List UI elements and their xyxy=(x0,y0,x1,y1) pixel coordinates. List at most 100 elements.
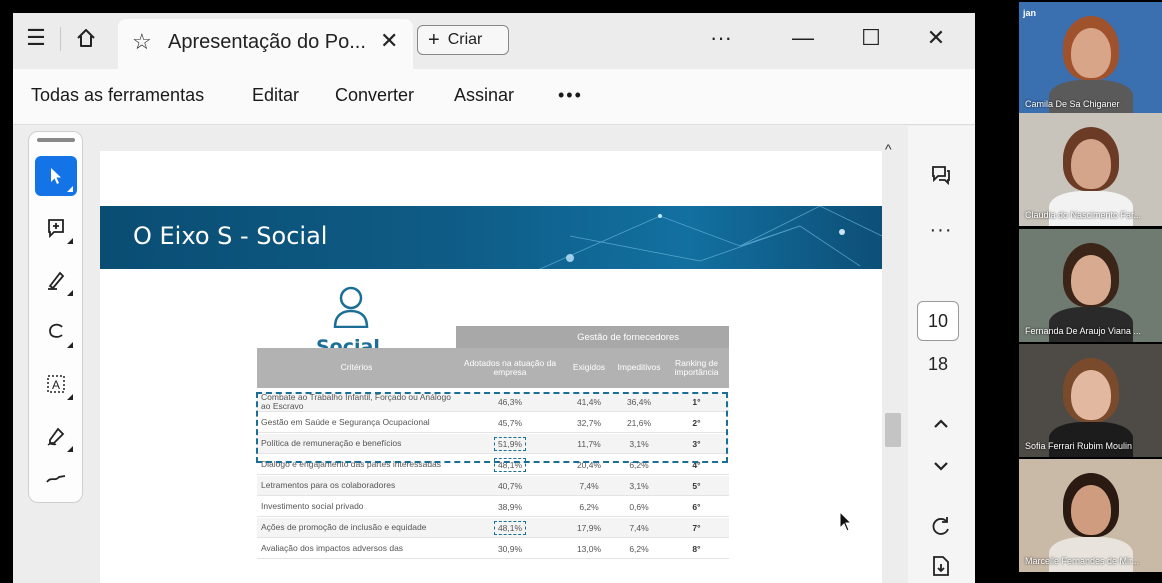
home-icon[interactable] xyxy=(71,23,101,53)
exigidos-value: 11,7% xyxy=(577,438,601,449)
participant-face xyxy=(1071,28,1111,78)
refresh-icon[interactable] xyxy=(920,508,962,544)
tab-bar: ☰ ☆ Apresentação do Po... ✕ + Criar ··· … xyxy=(13,13,975,69)
participant-tile[interactable]: Fernanda De Araujo Viana ... xyxy=(1019,229,1162,342)
palette-grip[interactable] xyxy=(37,138,75,142)
criterio-cell: Diálogo e engajamento das partes interes… xyxy=(261,459,442,470)
add-comment-icon[interactable] xyxy=(35,208,77,248)
sign-pen-icon[interactable] xyxy=(35,416,77,456)
tool-corner xyxy=(67,342,73,348)
adotados-value: 40,7% xyxy=(497,480,523,491)
adotados-value: 48,1% xyxy=(493,457,527,472)
document-tab[interactable]: ☆ Apresentação do Po... ✕ xyxy=(118,19,413,69)
participant-name: Fernanda De Araujo Viana ... xyxy=(1025,326,1141,336)
next-page-icon[interactable] xyxy=(920,448,962,484)
ranking-cell: 1° xyxy=(664,392,729,411)
exigidos-cell: 13,0% xyxy=(564,539,614,558)
table-row: Combate ao Trabalho Infantil, Forçado ou… xyxy=(257,392,729,412)
participant-torso xyxy=(1049,422,1133,457)
participant-name: Camila De Sa Chiganer xyxy=(1025,99,1120,109)
exigidos-cell: 11,7% xyxy=(564,434,614,453)
more-tools-icon[interactable] xyxy=(35,468,77,490)
participant-torso xyxy=(1049,80,1133,115)
ranking-cell: 4° xyxy=(664,455,729,474)
menu-edit[interactable]: Editar xyxy=(252,85,299,106)
menu-more[interactable]: ••• xyxy=(558,85,583,106)
criterio-cell: Combate ao Trabalho Infantil, Forçado ou… xyxy=(261,391,451,411)
adotados-cell: 51,9% xyxy=(456,434,564,453)
ranking-value: 6° xyxy=(692,501,701,512)
exigidos-cell: 17,9% xyxy=(564,518,614,537)
ranking-cell: 6° xyxy=(664,497,729,516)
close-tab-icon[interactable]: ✕ xyxy=(380,28,398,54)
table-header-row: Critérios Adotados na atuação da empresa… xyxy=(257,348,729,388)
adotados-cell: 40,7% xyxy=(456,476,564,495)
adotados-value: 38,9% xyxy=(497,501,523,512)
participant-tile[interactable]: jan Camila De Sa Chiganer xyxy=(1019,2,1162,115)
table-row: Diálogo e engajamento das partes interes… xyxy=(257,455,729,475)
tool-corner xyxy=(67,446,73,452)
table-row: Política de remuneração e benefícios 51,9… xyxy=(257,434,729,454)
more-options-button[interactable]: ··· xyxy=(701,23,741,53)
star-icon[interactable]: ☆ xyxy=(132,29,152,55)
menu-all-tools[interactable]: Todas as ferramentas xyxy=(31,85,204,106)
screen: ☰ ☆ Apresentação do Po... ✕ + Criar ··· … xyxy=(0,0,1162,583)
exigidos-cell: 7,4% xyxy=(564,476,614,495)
ranking-cell: 8° xyxy=(664,539,729,558)
current-page-input[interactable]: 10 xyxy=(917,301,959,341)
exigidos-value: 17,9% xyxy=(576,522,602,533)
criterio-cell: Gestão em Saúde e Segurança Ocupacional xyxy=(261,417,430,428)
save-file-icon[interactable] xyxy=(920,548,962,583)
scroll-up-icon[interactable]: ^ xyxy=(885,141,892,157)
exigidos-value: 41,4% xyxy=(576,396,602,407)
exigidos-cell: 41,4% xyxy=(564,392,614,411)
highlight-pen-icon[interactable] xyxy=(35,260,77,300)
adotados-value: 48,1% xyxy=(493,520,527,535)
impeditivos-value: 21,6% xyxy=(626,417,652,428)
header-adotados: Adotados na atuação da empresa xyxy=(463,357,557,377)
comments-icon[interactable] xyxy=(920,156,962,192)
participant-name: Sofia Ferrari Rubim Moulin xyxy=(1025,441,1133,451)
minimize-icon[interactable]: — xyxy=(783,23,823,53)
previous-page-icon[interactable] xyxy=(920,406,962,442)
header-exigidos: Exigidos xyxy=(572,362,606,373)
draw-freehand-icon[interactable] xyxy=(35,312,77,352)
create-button[interactable]: + Criar xyxy=(417,25,509,55)
close-window-icon[interactable]: ✕ xyxy=(916,23,956,53)
ranking-value: 7° xyxy=(692,522,701,533)
participant-tile[interactable]: Claudia do Nascimento Far... xyxy=(1019,113,1162,226)
text-box-icon[interactable]: A xyxy=(35,364,77,404)
ranking-cell: 5° xyxy=(664,476,729,495)
impeditivos-value: 6,2% xyxy=(629,543,649,554)
adotados-cell: 48,1% xyxy=(456,518,564,537)
adotados-value: 30,9% xyxy=(497,543,523,554)
vertical-scrollbar[interactable]: ^ xyxy=(883,141,903,583)
adotados-value: 45,7% xyxy=(497,417,523,428)
group-header: Gestão de fornecedores xyxy=(456,326,729,348)
participant-face xyxy=(1071,370,1111,420)
criterio-cell: Letramentos para os colaboradores xyxy=(261,480,396,491)
select-tool-icon[interactable] xyxy=(35,156,77,196)
slide-banner: O Eixo S - Social xyxy=(100,206,882,269)
header-ranking: Ranking de importância xyxy=(674,357,719,377)
table-row: Ações de promoção de inclusão e equidade… xyxy=(257,518,729,538)
participant-tile[interactable]: Sofia Ferrari Rubim Moulin xyxy=(1019,344,1162,457)
ranking-cell: 7° xyxy=(664,518,729,537)
menu-sign[interactable]: Assinar xyxy=(454,85,514,106)
mouse-cursor-icon xyxy=(839,511,853,532)
exigidos-value: 6,2% xyxy=(579,501,599,512)
right-panel-more-button[interactable]: ··· xyxy=(920,212,962,248)
tool-corner xyxy=(67,238,73,244)
person-icon xyxy=(333,286,369,328)
participant-tile[interactable]: Marcelle Fernandes de Mir... xyxy=(1019,459,1162,572)
hamburger-menu-icon[interactable]: ☰ xyxy=(21,23,51,53)
ranking-value: 1° xyxy=(692,396,701,407)
impeditivos-cell: 6,2% xyxy=(614,539,664,558)
scrollbar-thumb[interactable] xyxy=(885,413,901,447)
maximize-icon[interactable]: ☐ xyxy=(851,23,891,53)
adotados-value: 51,9% xyxy=(493,436,527,451)
tool-corner xyxy=(67,186,73,192)
menu-convert[interactable]: Converter xyxy=(335,85,414,106)
pdf-page: O Eixo S - Social Social Gestão de forne… xyxy=(100,151,882,583)
impeditivos-value: 6,2% xyxy=(629,459,649,470)
